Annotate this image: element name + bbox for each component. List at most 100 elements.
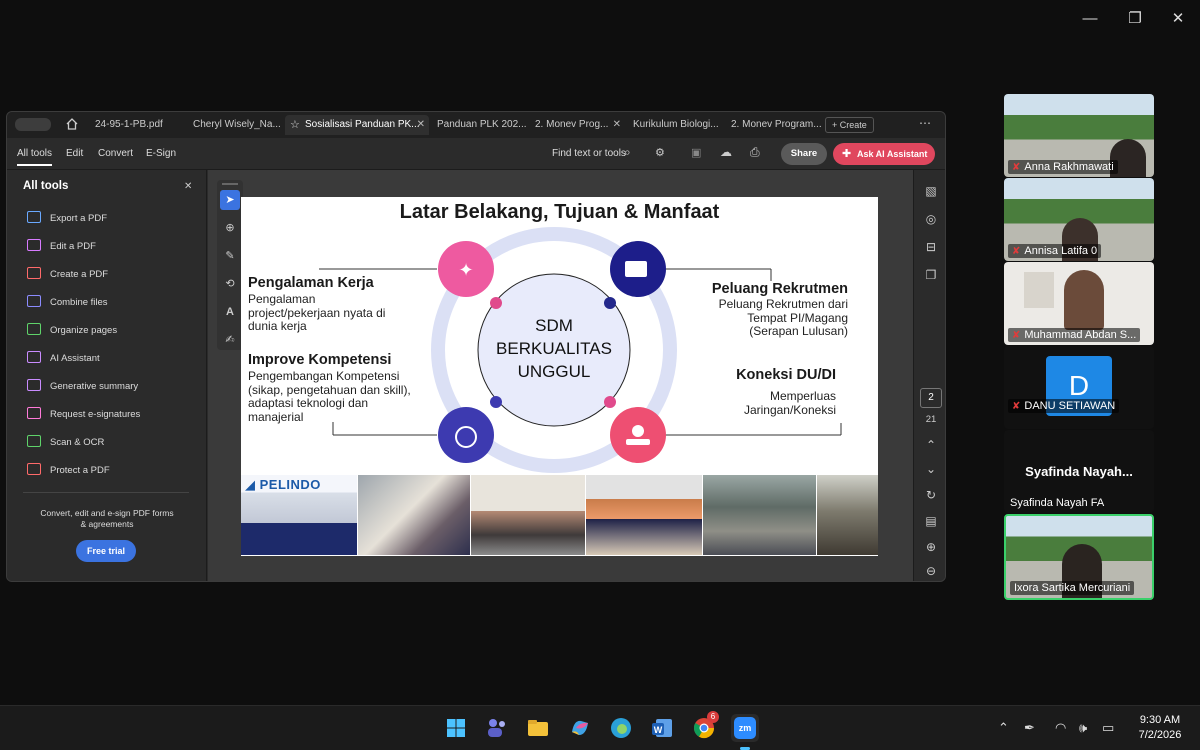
- tab-6[interactable]: Kurikulum Biologi...: [627, 115, 723, 135]
- sidebar-toggle[interactable]: [15, 118, 51, 131]
- pages-icon[interactable]: ❐: [921, 266, 941, 284]
- tool-item[interactable]: Request e-signatures: [27, 406, 197, 424]
- participant-name-label: Muhammad Abdan S...: [1024, 329, 1137, 341]
- ai-summary-icon[interactable]: ▧: [921, 182, 941, 200]
- chevron-up-icon[interactable]: ⌃: [921, 436, 941, 454]
- home-icon[interactable]: [65, 117, 79, 131]
- tool-label: Generative summary: [50, 381, 139, 392]
- volume-icon[interactable]: 🕪: [1079, 720, 1087, 736]
- chrome-icon[interactable]: 6: [690, 711, 719, 742]
- tab-5[interactable]: 2. Monev Prog... ✕: [529, 115, 625, 135]
- star-icon[interactable]: ☆: [290, 115, 300, 135]
- dot: [490, 396, 502, 408]
- wifi-icon[interactable]: ◠: [1055, 720, 1066, 736]
- teams-icon[interactable]: [483, 714, 511, 742]
- center-text: SDM BERKUALITAS UNGGUL: [478, 314, 630, 383]
- minimize-button[interactable]: —: [1070, 6, 1110, 32]
- participant-display-name: Syafinda Nayah...: [1025, 464, 1133, 479]
- participant-tile[interactable]: Syafinda Nayah... Syafinda Nayah FA: [1004, 430, 1154, 513]
- tool-item[interactable]: Protect a PDF: [27, 462, 197, 480]
- create-tab-button[interactable]: + Create: [825, 117, 874, 133]
- menu-all-tools[interactable]: All tools: [17, 148, 53, 166]
- pen-tray-icon[interactable]: ✒: [1024, 720, 1035, 736]
- participant-name-label: Ixora Sartika Mercuriani: [1014, 582, 1131, 594]
- mic-muted-icon: ✘: [1012, 401, 1021, 412]
- menu-convert[interactable]: Convert: [98, 148, 133, 159]
- tool-icon: [27, 435, 41, 447]
- rotate-icon[interactable]: ↻: [921, 486, 941, 504]
- svg-text:W: W: [654, 725, 663, 735]
- battery-icon[interactable]: ▭: [1102, 720, 1114, 736]
- tab-7[interactable]: 2. Monev Program...: [725, 115, 821, 135]
- maximize-button[interactable]: ❐: [1115, 6, 1155, 32]
- tab-4[interactable]: Panduan PLK 202...: [431, 115, 527, 135]
- tool-item[interactable]: Organize pages: [27, 322, 197, 340]
- tool-item[interactable]: AI Assistant: [27, 350, 197, 368]
- close-icon[interactable]: ✕: [417, 115, 425, 135]
- right1-text: Peluang Rekrutmen dari Tempat PI/Magang …: [718, 297, 848, 339]
- tab-1[interactable]: 24-95-1-PB.pdf: [89, 115, 185, 135]
- chevron-down-icon[interactable]: ⌄: [921, 460, 941, 478]
- tool-item[interactable]: Create a PDF: [27, 266, 197, 284]
- word-icon[interactable]: W: [648, 714, 676, 742]
- free-trial-button[interactable]: Free trial: [76, 540, 136, 562]
- menu-edit[interactable]: Edit: [66, 148, 83, 159]
- tool-item[interactable]: Scan & OCR: [27, 434, 197, 452]
- zoom-tool-icon[interactable]: ⊕: [220, 218, 240, 238]
- signature-icon[interactable]: ✍: [220, 330, 240, 350]
- edge-icon[interactable]: [607, 714, 635, 742]
- close-icon[interactable]: ✕: [613, 115, 621, 135]
- pen-icon[interactable]: ✎: [220, 246, 240, 266]
- participant-tile[interactable]: D ✘ DANU SETIAWAN: [1004, 346, 1154, 429]
- tab-3-active[interactable]: ☆ Sosialisasi Panduan PK... ✕: [285, 115, 429, 135]
- dot: [604, 297, 616, 309]
- participant-tile[interactable]: ✘ Annisa Latifa 0: [1004, 178, 1154, 261]
- menu-esign[interactable]: E-Sign: [146, 148, 176, 159]
- ai-tools-icon[interactable]: ⚙: [655, 146, 665, 159]
- share-button[interactable]: Share: [781, 143, 827, 165]
- chevron-up-icon[interactable]: ⌃: [998, 720, 1009, 736]
- tool-label: Scan & OCR: [50, 437, 105, 448]
- participant-name: Syafinda Nayah FA: [1010, 497, 1105, 509]
- ai-assistant-button[interactable]: ✚ Ask AI Assistant: [833, 143, 935, 165]
- file-explorer-icon[interactable]: [524, 714, 552, 742]
- text-select-icon[interactable]: A: [220, 302, 240, 322]
- tool-item[interactable]: Edit a PDF: [27, 238, 197, 256]
- tool-item[interactable]: Export a PDF: [27, 210, 197, 228]
- text-line: Peluang Rekrutmen dari: [718, 297, 848, 311]
- participant-tile[interactable]: ✘ Muhammad Abdan S...: [1004, 262, 1154, 345]
- toolbar-grip: [222, 183, 238, 185]
- page-number-box[interactable]: 2: [920, 388, 942, 408]
- copilot-icon[interactable]: [566, 714, 594, 742]
- save-icon[interactable]: ▣: [691, 146, 701, 159]
- participant-tile[interactable]: ✘ Anna Rakhmawati: [1004, 94, 1154, 177]
- text-line: Memperluas: [769, 389, 836, 403]
- zoom-app-icon[interactable]: zm: [731, 714, 759, 750]
- zoom-out-icon[interactable]: ⊖: [921, 562, 941, 580]
- text-line: Pengalaman: [248, 292, 316, 306]
- more-icon[interactable]: ⋯: [919, 116, 931, 130]
- tab-2[interactable]: Cheryl Wisely_Na...: [187, 115, 283, 135]
- lasso-icon[interactable]: ⟲: [220, 274, 240, 294]
- scroll-mode-icon[interactable]: ▤: [921, 512, 941, 530]
- upload-icon[interactable]: ☁: [720, 145, 732, 159]
- find-tools[interactable]: Find text or tools: [552, 148, 626, 159]
- close-panel-icon[interactable]: ✕: [184, 181, 192, 192]
- tool-item[interactable]: Combine files: [27, 294, 197, 312]
- select-cursor-icon[interactable]: ➤: [220, 190, 240, 210]
- search-icon[interactable]: ⌕: [624, 145, 631, 160]
- tool-label: Edit a PDF: [50, 241, 96, 252]
- zoom-in-icon[interactable]: ⊕: [921, 538, 941, 556]
- tool-icon: [27, 351, 41, 363]
- print-icon[interactable]: ⎙: [750, 145, 760, 160]
- clock[interactable]: 9:30 AM 7/2/2026: [1130, 713, 1190, 743]
- windows-start-icon[interactable]: [442, 714, 470, 742]
- tool-item[interactable]: Generative summary: [27, 378, 197, 396]
- bookmark-icon[interactable]: ⊟: [921, 238, 941, 256]
- comment-icon[interactable]: ◎: [921, 210, 941, 228]
- participant-tile-active[interactable]: Ixora Sartika Mercuriani: [1004, 514, 1154, 600]
- close-button[interactable]: ✕: [1158, 6, 1198, 32]
- participant-name: ✘ Anna Rakhmawati: [1008, 160, 1118, 174]
- background-poster: [1024, 272, 1054, 308]
- tab-bar: 24-95-1-PB.pdf Cheryl Wisely_Na... ☆ Sos…: [7, 112, 945, 138]
